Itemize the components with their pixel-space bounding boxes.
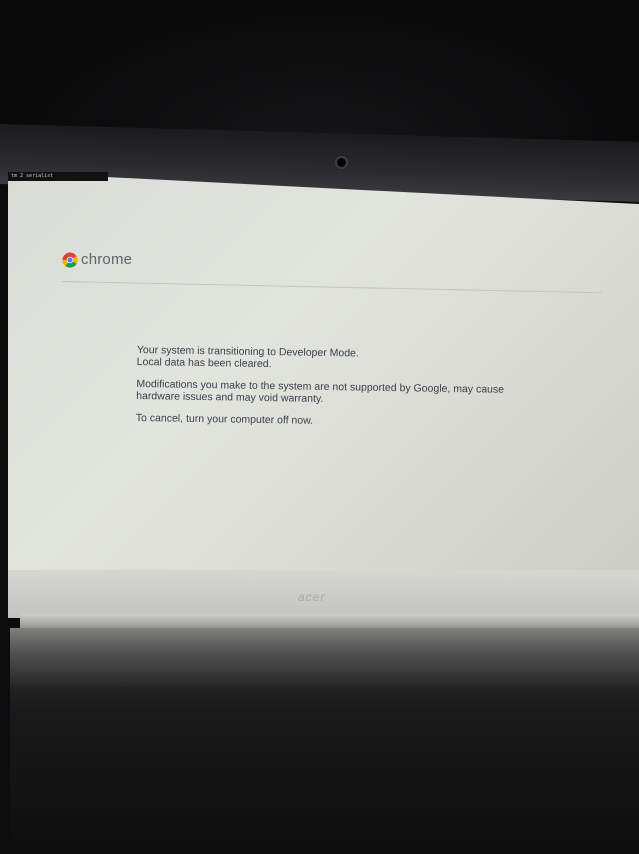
developer-mode-message: Your system is transitioning to Develope… (136, 344, 537, 440)
chrome-logo: chrome (62, 251, 132, 268)
brand-logo: acer (298, 590, 326, 604)
message-line-2: Local data has been cleared. (136, 355, 272, 371)
message-line-4: hardware issues and may void warranty. (136, 389, 324, 405)
photo-of-laptop: tm 2 serialist chrome Your system is tra… (0, 0, 639, 854)
message-block-3: To cancel, turn your computer off now. (136, 412, 536, 430)
console-strip: tm 2 serialist (8, 172, 108, 181)
message-line-5: To cancel, turn your computer off now. (135, 411, 314, 427)
background (0, 0, 639, 140)
chrome-logo-icon (62, 252, 78, 268)
message-block-1: Your system is transitioning to Develope… (137, 344, 537, 374)
deck-highlight (10, 628, 639, 688)
logo-text: chrome (81, 251, 133, 268)
message-block-2: Modifications you make to the system are… (136, 378, 536, 408)
webcam (337, 158, 346, 167)
